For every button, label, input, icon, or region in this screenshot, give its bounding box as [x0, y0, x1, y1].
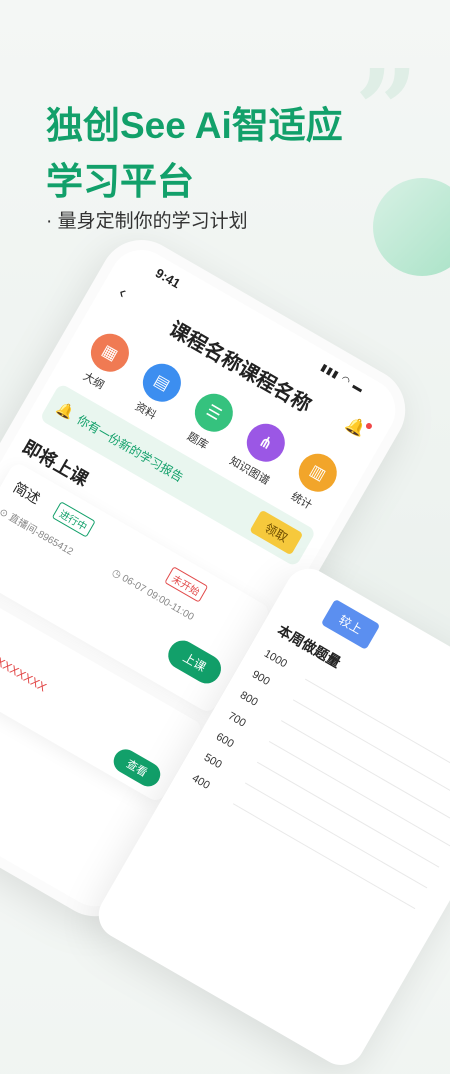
claim-button[interactable]: 领取	[249, 509, 304, 555]
decorative-circle	[373, 178, 450, 276]
gridline	[232, 803, 416, 910]
gridline	[280, 720, 450, 827]
view-button[interactable]: 查看	[109, 744, 165, 791]
class-name: 简述	[10, 478, 43, 507]
attend-class-button[interactable]: 上课	[163, 635, 227, 689]
status-badge-active: 进行中	[51, 501, 96, 538]
gridline	[292, 699, 450, 806]
nav-label: 大纲	[80, 370, 106, 392]
signal-icon: ▮▮▮ ◠ ▬	[318, 362, 366, 396]
gridline	[304, 678, 450, 785]
nav-label: 统计	[288, 490, 314, 512]
nav-label: 题库	[184, 430, 210, 452]
hero-headline: 独创See Ai智适应 学习平台	[46, 98, 343, 210]
bell-icon: 🔔	[54, 398, 78, 422]
class-content: XXXXXXXXXXXXXXXX	[0, 618, 49, 695]
quote-mark-icon: ”	[354, 45, 418, 174]
gridline	[256, 761, 440, 868]
hero-line2: 学习平台	[46, 161, 194, 202]
gridline	[268, 740, 450, 847]
compare-button[interactable]: 较上	[320, 598, 381, 650]
nav-label: 资料	[132, 400, 158, 422]
status-time: 9:41	[152, 265, 183, 292]
gridline	[244, 782, 428, 889]
hero-line1: 独创See Ai智适应	[46, 105, 343, 146]
status-badge-pending: 未开始	[164, 566, 209, 603]
